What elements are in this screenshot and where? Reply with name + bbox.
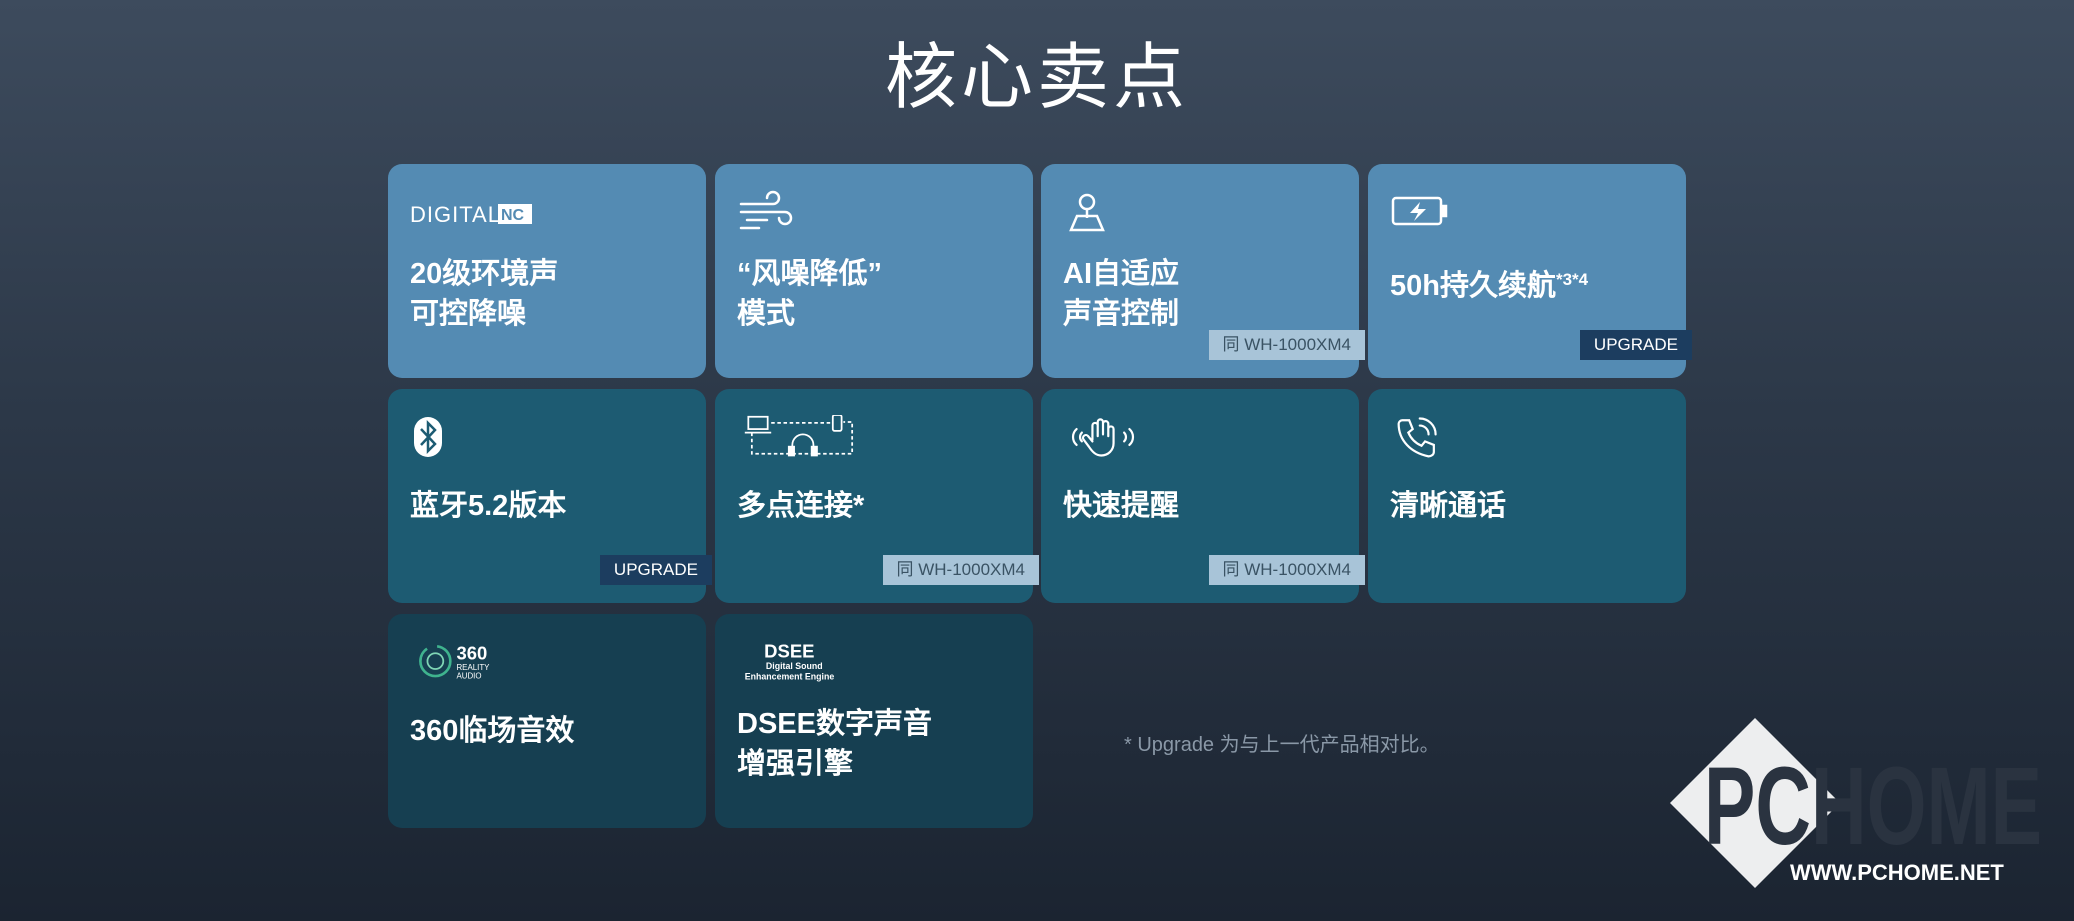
- same-as-previous-badge: 同 WH-1000XM4: [1208, 555, 1365, 585]
- feature-card-quick-attention: 快速提醒 同 WH-1000XM4: [1041, 389, 1365, 603]
- battery-charging-icon: [1390, 190, 1664, 234]
- upgrade-badge: UPGRADE: [1579, 330, 1692, 360]
- feature-card-wind-noise: “风噪降低” 模式: [715, 164, 1033, 378]
- dsee-logo-icon: DSEE Digital Sound Enhancement Engine: [737, 640, 1011, 684]
- location-pin-icon: [1063, 190, 1337, 234]
- feature-card-dsee: DSEE Digital Sound Enhancement Engine DS…: [715, 614, 1033, 828]
- hand-wave-icon: [1063, 415, 1337, 459]
- bluetooth-icon: [410, 415, 684, 459]
- upgrade-footnote: * Upgrade 为与上一代产品相对比。: [1124, 734, 1440, 756]
- svg-text:DSEE: DSEE: [764, 641, 814, 662]
- svg-text:360: 360: [456, 642, 487, 663]
- watermark-brand: PCHOME: [1704, 745, 2042, 868]
- feature-label: 50h持久续航*3*4: [1390, 270, 1589, 302]
- pchome-watermark: PCHOME WWW.PCHOME.NET: [1670, 718, 2050, 888]
- nc-logo-text: NC: [501, 207, 525, 224]
- feature-label: 多点连接*: [737, 490, 865, 522]
- feature-label: AI自适应 声音控制: [1063, 258, 1180, 330]
- multipoint-connection-icon: [737, 415, 1011, 459]
- digital-nc-logo-icon: DIGITAL NC: [410, 190, 684, 234]
- wind-icon: [737, 190, 1011, 234]
- svg-text:Digital Sound: Digital Sound: [766, 661, 823, 671]
- digital-logo-text: DIGITAL: [410, 202, 501, 227]
- feature-label: “风噪降低” 模式: [737, 258, 883, 330]
- watermark-url: WWW.PCHOME.NET: [1790, 860, 2004, 885]
- feature-label: 快速提醒: [1063, 490, 1180, 522]
- 360-reality-audio-logo-icon: 360 REALITY AUDIO: [410, 640, 684, 684]
- page-title: 核心卖点: [884, 38, 1189, 118]
- feature-card-clear-call: 清晰通话: [1368, 389, 1686, 603]
- feature-card-ambient-nc: DIGITAL NC 20级环境声 可控降噪: [388, 164, 706, 378]
- feature-card-adaptive-sound: AI自适应 声音控制 同 WH-1000XM4: [1041, 164, 1365, 378]
- svg-text:AUDIO: AUDIO: [456, 672, 481, 681]
- feature-card-bluetooth: 蓝牙5.2版本 UPGRADE: [388, 389, 712, 603]
- same-as-previous-badge: 同 WH-1000XM4: [1208, 330, 1365, 360]
- feature-label: 20级环境声 可控降噪: [410, 258, 559, 330]
- upgrade-badge: UPGRADE: [599, 555, 712, 585]
- phone-call-icon: [1390, 415, 1664, 459]
- svg-text:Enhancement Engine: Enhancement Engine: [745, 672, 835, 682]
- svg-text:REALITY: REALITY: [456, 663, 490, 672]
- feature-card-360-audio: 360 REALITY AUDIO 360临场音效: [388, 614, 706, 828]
- feature-card-battery: 50h持久续航*3*4 UPGRADE: [1368, 164, 1692, 378]
- feature-card-multipoint: 多点连接* 同 WH-1000XM4: [715, 389, 1039, 603]
- feature-label: 蓝牙5.2版本: [410, 490, 567, 522]
- feature-label: 清晰通话: [1390, 490, 1507, 522]
- same-as-previous-badge: 同 WH-1000XM4: [882, 555, 1039, 585]
- feature-label: 360临场音效: [410, 715, 575, 747]
- feature-label: DSEE数字声音 增强引擎: [737, 708, 932, 780]
